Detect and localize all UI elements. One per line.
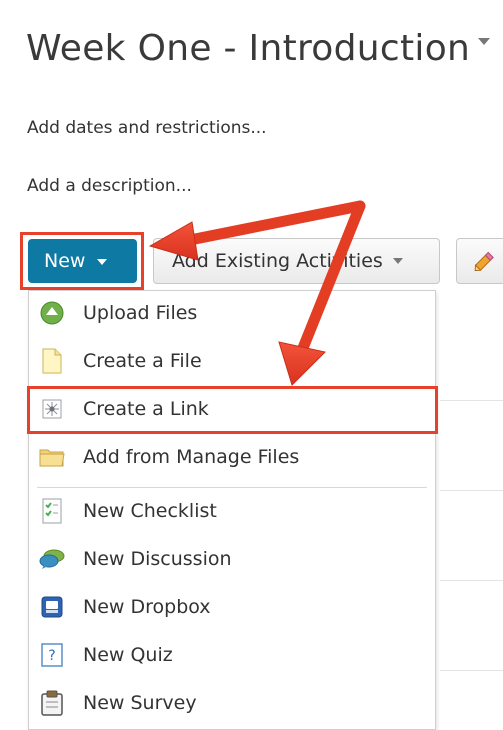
menu-item-label: Create a File — [83, 350, 202, 372]
upload-icon — [39, 300, 65, 326]
dropbox-icon — [39, 594, 65, 620]
add-existing-label: Add Existing Activities — [172, 250, 383, 272]
list-divider — [440, 400, 503, 401]
menu-item-label: New Quiz — [83, 644, 173, 666]
menu-item-new-survey[interactable]: New Survey — [29, 681, 435, 725]
edit-button[interactable] — [456, 238, 503, 284]
menu-item-label: Add from Manage Files — [83, 446, 300, 468]
menu-item-new-quiz[interactable]: ? New Quiz — [29, 633, 435, 677]
survey-icon — [39, 690, 65, 716]
chevron-down-icon — [392, 258, 403, 264]
menu-item-label: Create a Link — [83, 398, 209, 420]
svg-text:?: ? — [48, 648, 55, 664]
new-dropdown-menu: Upload Files Create a File Create a Link — [28, 290, 436, 730]
quiz-icon: ? — [39, 642, 65, 668]
pencil-icon — [474, 251, 494, 272]
menu-item-new-dropbox[interactable]: New Dropbox — [29, 585, 435, 629]
list-divider — [440, 580, 503, 581]
menu-item-upload-files[interactable]: Upload Files — [29, 291, 435, 335]
menu-item-create-file[interactable]: Create a File — [29, 339, 435, 383]
menu-item-label: New Dropbox — [83, 596, 211, 618]
module-title-row: Week One - Introduction — [26, 24, 503, 72]
file-icon — [39, 348, 65, 374]
add-description-link[interactable]: Add a description... — [27, 176, 192, 196]
menu-divider — [37, 487, 427, 488]
new-button-highlight — [20, 232, 144, 290]
add-dates-link[interactable]: Add dates and restrictions... — [27, 118, 267, 138]
folder-icon — [39, 444, 65, 470]
module-title: Week One - Introduction — [26, 27, 471, 69]
link-icon — [39, 396, 65, 422]
menu-item-new-checklist[interactable]: New Checklist — [29, 489, 435, 533]
menu-item-new-discussion[interactable]: New Discussion — [29, 537, 435, 581]
arrow-to-new-button — [179, 200, 366, 247]
list-divider — [440, 670, 503, 671]
title-menu-caret-icon[interactable] — [478, 38, 490, 45]
list-divider — [440, 490, 503, 491]
menu-item-label: New Survey — [83, 692, 197, 714]
menu-item-create-link[interactable]: Create a Link — [29, 387, 435, 431]
menu-item-label: Upload Files — [83, 302, 198, 324]
menu-item-add-from-manage-files[interactable]: Add from Manage Files — [29, 435, 435, 479]
menu-item-label: New Discussion — [83, 548, 232, 570]
menu-item-label: New Checklist — [83, 500, 217, 522]
add-existing-activities-button[interactable]: Add Existing Activities — [153, 238, 440, 284]
checklist-icon — [39, 498, 65, 524]
discussion-icon — [39, 546, 65, 572]
